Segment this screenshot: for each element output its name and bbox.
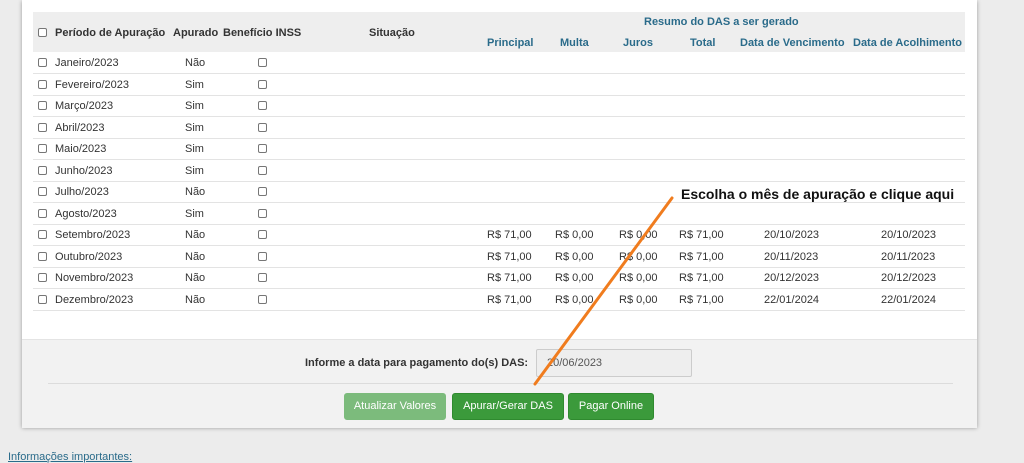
info-link[interactable]: Informações importantes: bbox=[8, 451, 132, 463]
annotation-text: Escolha o mês de apuração e clique aqui bbox=[681, 186, 955, 202]
annotation-arrow bbox=[533, 196, 674, 386]
